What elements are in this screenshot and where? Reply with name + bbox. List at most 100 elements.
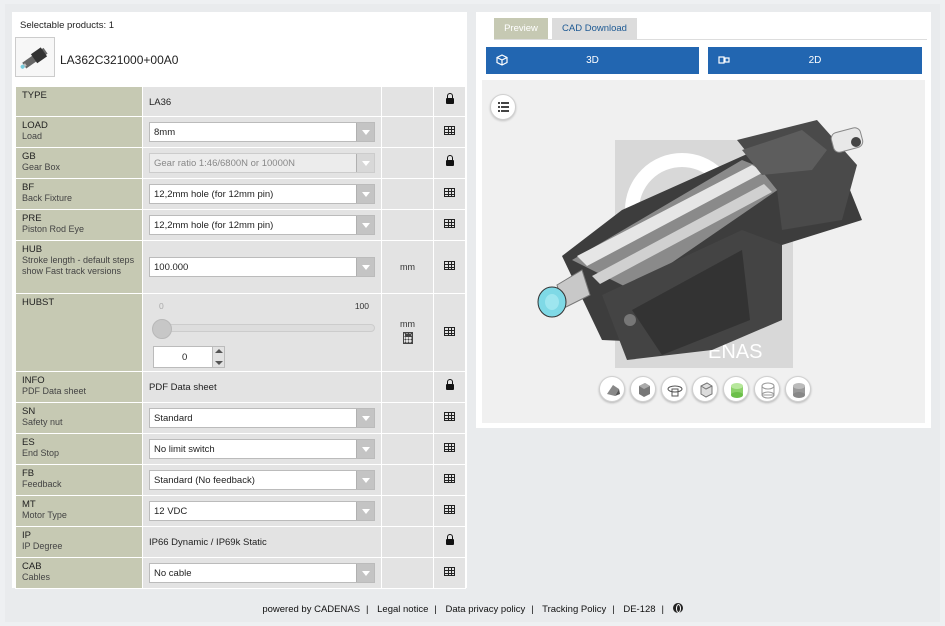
property-dropdown[interactable]: No cable bbox=[149, 563, 375, 583]
property-key: FB bbox=[22, 468, 35, 479]
cylinder-wire-icon[interactable] bbox=[754, 376, 780, 402]
property-row-type: TYPE LA36 bbox=[15, 86, 466, 117]
rotate-icon[interactable] bbox=[661, 376, 687, 402]
property-row-cab: CAB Cables No cable bbox=[15, 557, 466, 589]
table-icon[interactable] bbox=[444, 326, 455, 336]
property-dropdown[interactable]: Standard bbox=[149, 408, 375, 428]
table-icon[interactable] bbox=[444, 505, 455, 514]
product-thumbnail[interactable] bbox=[15, 37, 55, 77]
dropdown-value: 100.000 bbox=[154, 262, 189, 273]
property-key: LOAD bbox=[22, 120, 48, 131]
property-dropdown[interactable]: Standard (No feedback) bbox=[149, 470, 375, 490]
globe-icon[interactable] bbox=[672, 603, 683, 613]
chevron-down-icon[interactable] bbox=[356, 409, 374, 427]
tab-cad-download[interactable]: CAD Download bbox=[552, 18, 637, 40]
table-icon[interactable] bbox=[444, 412, 455, 421]
property-dropdown[interactable]: 12,2mm hole (for 12mm pin) bbox=[149, 184, 375, 204]
stroke-slider-group: 0 100 0 bbox=[149, 296, 375, 370]
property-description: Back Fixture bbox=[22, 193, 73, 203]
property-dropdown[interactable]: 12,2mm hole (for 12mm pin) bbox=[149, 215, 375, 235]
unit-cell bbox=[381, 178, 434, 210]
property-row-fb: FB Feedback Standard (No feedback) bbox=[15, 464, 466, 496]
table-icon[interactable] bbox=[444, 219, 455, 228]
chevron-down-icon[interactable] bbox=[356, 502, 374, 520]
view-3d-label: 3D bbox=[586, 55, 599, 66]
property-label-cell: BF Back Fixture bbox=[15, 178, 143, 210]
property-description: Stroke length - default steps show Fast … bbox=[22, 255, 135, 276]
property-row-mt: MT Motor Type 12 VDC bbox=[15, 495, 466, 527]
privacy-policy-link[interactable]: Data privacy policy bbox=[445, 604, 525, 615]
cube-icon[interactable] bbox=[692, 376, 718, 402]
table-icon[interactable] bbox=[444, 443, 455, 452]
property-key: CAB bbox=[22, 561, 42, 572]
property-dropdown[interactable]: 12 VDC bbox=[149, 501, 375, 521]
property-row-hubst: HUBST 0 100 0 mm bbox=[15, 293, 466, 372]
3d-viewer[interactable]: ENAS bbox=[482, 80, 925, 423]
property-key: SN bbox=[22, 406, 36, 417]
property-key: GB bbox=[22, 151, 36, 162]
action-cell bbox=[433, 557, 466, 589]
chevron-down-icon[interactable] bbox=[356, 258, 374, 276]
unit-label: mm bbox=[400, 319, 415, 329]
quantity-stepper[interactable]: 0 bbox=[153, 345, 225, 368]
chevron-down-icon[interactable] bbox=[356, 564, 374, 582]
chevron-down-icon[interactable] bbox=[356, 216, 374, 234]
table-icon[interactable] bbox=[444, 567, 455, 576]
stepper-arrows-icon[interactable] bbox=[212, 346, 224, 367]
unit-cell bbox=[381, 526, 434, 558]
unit-cell bbox=[381, 402, 434, 434]
property-label-cell: PRE Piston Rod Eye bbox=[15, 209, 143, 241]
property-value-cell: 0 100 0 bbox=[142, 293, 382, 372]
property-value-cell: No limit switch bbox=[142, 433, 382, 465]
property-label-cell: FB Feedback bbox=[15, 464, 143, 496]
property-row-sn: SN Safety nut Standard bbox=[15, 402, 466, 434]
property-label-cell: MT Motor Type bbox=[15, 495, 143, 527]
cylinder-gray-icon[interactable] bbox=[785, 376, 811, 402]
property-value-cell: Standard (No feedback) bbox=[142, 464, 382, 496]
property-value-cell: 12,2mm hole (for 12mm pin) bbox=[142, 209, 382, 241]
property-dropdown[interactable]: 100.000 bbox=[149, 257, 375, 277]
unit-cell bbox=[381, 86, 434, 117]
chevron-down-icon[interactable] bbox=[356, 440, 374, 458]
property-description: PDF Data sheet bbox=[22, 386, 87, 396]
property-value-cell: PDF Data sheet bbox=[142, 371, 382, 403]
view-3d-button[interactable]: 3D bbox=[486, 47, 699, 74]
view-2d-button[interactable]: 2D bbox=[708, 47, 922, 74]
property-row-pre: PRE Piston Rod Eye 12,2mm hole (for 12mm p… bbox=[15, 209, 466, 241]
property-description: Gear Box bbox=[22, 162, 61, 172]
slider-min-label: 0 bbox=[159, 300, 164, 311]
slider-track[interactable] bbox=[155, 323, 375, 332]
property-label-cell: IP IP Degree bbox=[15, 526, 143, 558]
property-row-hub: HUB Stroke length - default steps show Fa… bbox=[15, 240, 466, 294]
property-value-cell: 12,2mm hole (for 12mm pin) bbox=[142, 178, 382, 210]
dropdown-value: No cable bbox=[154, 568, 192, 579]
action-cell bbox=[433, 526, 466, 558]
cylinder-green-icon[interactable] bbox=[723, 376, 749, 402]
tab-preview[interactable]: Preview bbox=[494, 18, 548, 40]
unit-cell bbox=[381, 147, 434, 179]
render-mode-icon[interactable] bbox=[599, 376, 625, 402]
cube-shaded-icon[interactable] bbox=[630, 376, 656, 402]
property-key: BF bbox=[22, 182, 35, 193]
calculator-icon[interactable] bbox=[402, 332, 413, 344]
powered-by-link[interactable]: powered by CADENAS bbox=[262, 604, 360, 615]
slider-max-label: 100 bbox=[354, 300, 369, 311]
table-icon[interactable] bbox=[444, 126, 455, 135]
tracking-policy-link[interactable]: Tracking Policy bbox=[542, 604, 606, 615]
table-icon[interactable] bbox=[444, 188, 455, 197]
slider-handle[interactable] bbox=[152, 318, 172, 339]
action-cell bbox=[433, 464, 466, 496]
table-icon[interactable] bbox=[444, 474, 455, 483]
property-dropdown[interactable]: 8mm bbox=[149, 122, 375, 142]
chevron-down-icon[interactable] bbox=[356, 123, 374, 141]
property-key: HUBST bbox=[22, 297, 55, 308]
property-dropdown[interactable]: No limit switch bbox=[149, 439, 375, 459]
action-cell bbox=[433, 178, 466, 210]
chevron-down-icon[interactable] bbox=[356, 185, 374, 203]
legal-notice-link[interactable]: Legal notice bbox=[377, 604, 428, 615]
stepper-value: 0 bbox=[182, 351, 188, 363]
dropdown-value: Standard bbox=[154, 413, 193, 424]
chevron-down-icon[interactable] bbox=[356, 471, 374, 489]
property-row-bf: BF Back Fixture 12,2mm hole (for 12mm pin) bbox=[15, 178, 466, 210]
table-icon[interactable] bbox=[444, 261, 455, 270]
